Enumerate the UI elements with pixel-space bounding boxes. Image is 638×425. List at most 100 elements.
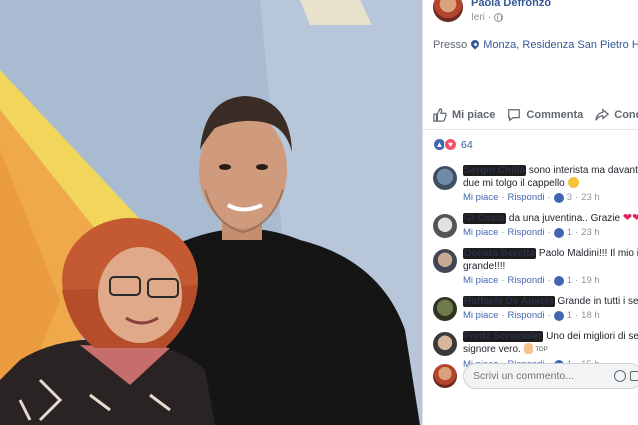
post-side-panel: Paola Defronzo Ieri · Presso Monza, Resi… [422, 0, 638, 425]
comment-like-count[interactable]: 1 [567, 275, 572, 286]
comment-text-block: Gi Costa da una juventina.. Grazie ❤❤ [463, 212, 638, 225]
comment-like-link[interactable]: Mi piace [463, 227, 498, 238]
meta-separator: · [574, 192, 579, 203]
emoji-picker-icon[interactable] [614, 370, 626, 382]
location-pin-icon [471, 40, 479, 50]
meta-separator: · [501, 227, 505, 238]
comment-like-link[interactable]: Mi piace [463, 275, 498, 286]
comment-text: Paolo Maldini!!! Il mio idolo [538, 248, 638, 259]
commenter-avatar[interactable] [433, 214, 457, 238]
photo-image [0, 0, 422, 425]
comment-item: Gi Costa da una juventina.. Grazie ❤❤ Mi… [433, 212, 638, 238]
like-count-icon [553, 227, 564, 238]
share-button[interactable]: Condivid [595, 107, 638, 122]
current-user-avatar [433, 364, 457, 388]
reaction-count: 64 [461, 138, 473, 151]
share-button-label: Condivid [614, 108, 638, 121]
comment-time[interactable]: 23 h [581, 227, 600, 238]
author-name[interactable]: Paola Defronzo [471, 0, 551, 9]
comment-like-count[interactable]: 3 [567, 192, 572, 203]
comment-time[interactable]: 19 h [581, 275, 600, 286]
comment-text: Uno dei migliori di sempre [546, 331, 638, 342]
comment-icon [508, 108, 521, 121]
meta-separator: · [547, 227, 551, 238]
comment-meta: Mi piace · Rispondi · 3 · 23 h [463, 192, 638, 203]
comment-button[interactable]: Commenta [507, 108, 583, 122]
commenter-avatar[interactable] [433, 332, 457, 356]
meta-separator: · [574, 275, 579, 286]
comment-reply-link[interactable]: Rispondi [508, 227, 545, 238]
meta-separator: · [574, 227, 579, 238]
meta-separator: · [547, 192, 551, 203]
commenter-name[interactable]: Sergio Chillà [463, 165, 527, 176]
comment-text: Grande in tutti i sensi .. [557, 296, 638, 307]
comment-text-line2: grande!!!! [463, 261, 506, 272]
comment-text-block: Raffaele De Amicis Grande in tutti i sen… [463, 295, 638, 308]
love-reaction-icon: ♥ [444, 138, 457, 151]
meta-separator: · [501, 192, 505, 203]
comment-time[interactable]: 18 h [581, 310, 600, 321]
comment-text-block: Sergio Chillà sono interista ma davanti … [463, 164, 638, 190]
commenter-avatar[interactable] [433, 297, 457, 321]
thumbs-up-icon [433, 107, 447, 122]
comment-reply-link[interactable]: Rispondi [508, 310, 545, 321]
comment-like-count[interactable]: 1 [567, 227, 572, 238]
comments-list: Sergio Chillà sono interista ma davanti … [433, 164, 638, 379]
comment-item: Raffaele De Amicis Grande in tutti i sen… [433, 295, 638, 321]
dot-separator: · [487, 12, 492, 23]
comment-text-block: Fredz Scrambler Uno dei migliori di semp… [463, 330, 638, 357]
comment-reply-link[interactable]: Rispondi [508, 192, 545, 203]
comment-item: Donata Beretta Paolo Maldini!!! Il mio i… [433, 247, 638, 286]
comment-text-block: Donata Beretta Paolo Maldini!!! Il mio i… [463, 247, 638, 273]
comment-text-line2: due mi tolgo il cappello [463, 178, 565, 189]
comment-text: sono interista ma davanti a [528, 165, 638, 176]
comment-time[interactable]: 23 h [581, 192, 600, 203]
commenter-name[interactable]: Gi Costa [463, 213, 507, 224]
meta-separator: · [501, 310, 505, 321]
camera-icon[interactable] [630, 371, 638, 381]
globe-icon [494, 13, 504, 22]
commenter-name[interactable]: Raffaele De Amicis [463, 296, 555, 307]
comment-item: Sergio Chillà sono interista ma davanti … [433, 164, 638, 203]
comment-meta: Mi piace · Rispondi · 1 · 18 h [463, 310, 638, 321]
comment-like-link[interactable]: Mi piace [463, 310, 498, 321]
commenter-name[interactable]: Fredz Scrambler [463, 331, 544, 342]
post-time[interactable]: Ieri [471, 12, 485, 23]
meta-separator: · [547, 275, 551, 286]
commenter-avatar[interactable] [433, 166, 457, 190]
top-emoji-icon: TOP [535, 347, 548, 353]
commenter-name[interactable]: Donata Beretta [463, 248, 537, 259]
comment-text: da una juventina.. Grazie [508, 213, 621, 224]
like-count-icon [553, 275, 564, 286]
smile-emoji-icon [567, 177, 579, 188]
post-time-row: Ieri · [471, 12, 504, 23]
comment-button-label: Commenta [526, 108, 584, 121]
write-comment-row [433, 363, 638, 389]
like-count-icon [553, 192, 564, 203]
location-link[interactable]: Monza, Residenza San Pietro Hos [483, 39, 638, 51]
like-button[interactable]: Mi piace [433, 107, 496, 122]
reactions-summary[interactable]: ▲ ♥ 64 [433, 138, 473, 151]
author-avatar[interactable] [433, 0, 463, 22]
comment-input[interactable] [463, 363, 638, 389]
comment-like-link[interactable]: Mi piace [463, 192, 498, 203]
post-photo[interactable] [0, 0, 422, 425]
post-location: Presso Monza, Residenza San Pietro Hos [433, 39, 638, 51]
ok-hand-emoji-icon [523, 343, 533, 354]
post-header: Paola Defronzo Ieri · [433, 0, 638, 30]
comment-meta: Mi piace · Rispondi · 1 · 23 h [463, 227, 638, 238]
comment-text-line2: signore vero. [463, 344, 521, 355]
location-prefix: Presso [433, 39, 468, 51]
like-count-icon [553, 310, 564, 321]
post-actions: Mi piace Commenta Condivid [423, 100, 638, 130]
meta-separator: · [547, 310, 551, 321]
comment-reply-link[interactable]: Rispondi [508, 275, 545, 286]
meta-separator: · [574, 310, 579, 321]
comment-like-count[interactable]: 1 [567, 310, 572, 321]
heart-emoji-icon: ❤❤ [622, 212, 638, 224]
commenter-avatar[interactable] [433, 249, 457, 273]
meta-separator: · [501, 275, 505, 286]
share-icon [595, 107, 610, 121]
comment-meta: Mi piace · Rispondi · 1 · 19 h [463, 275, 638, 286]
like-button-label: Mi piace [452, 108, 496, 121]
